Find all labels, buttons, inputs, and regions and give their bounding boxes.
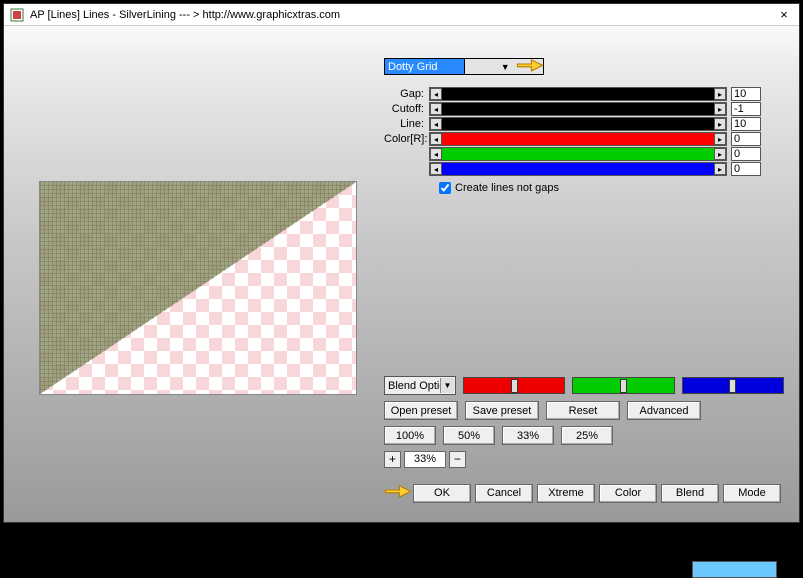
line-track[interactable] (442, 118, 714, 130)
titlebar: AP [Lines] Lines - SilverLining --- > ht… (4, 4, 799, 26)
create-lines-label: Create lines not gaps (455, 182, 559, 194)
blend-options-select[interactable]: Blend Optio ▼ (384, 376, 456, 395)
cancel-button[interactable]: Cancel (475, 484, 533, 503)
dialog-content: Dotty Grid ▼ Gap: ◂ ▸ (4, 26, 799, 522)
zoom-out-button[interactable]: − (449, 451, 466, 468)
blend-options-label: Blend Optio (388, 380, 445, 392)
color-g-slider[interactable]: ◂ ▸ (429, 147, 727, 161)
line-increment[interactable]: ▸ (714, 118, 726, 130)
slider-thumb[interactable] (729, 379, 736, 393)
g-track[interactable] (442, 148, 714, 160)
line-decrement[interactable]: ◂ (430, 118, 442, 130)
open-preset-button[interactable]: Open preset (384, 401, 458, 420)
line-slider[interactable]: ◂ ▸ (429, 117, 727, 131)
color-button[interactable]: Color (599, 484, 657, 503)
gap-decrement[interactable]: ◂ (430, 88, 442, 100)
zoom-25-button[interactable]: 25% (561, 426, 613, 445)
slider-group: Gap: ◂ ▸ Cutoff: ◂ ▸ (384, 87, 784, 194)
r-track[interactable] (442, 133, 714, 145)
gap-increment[interactable]: ▸ (714, 88, 726, 100)
preset-dropdown[interactable]: Dotty Grid ▼ (384, 58, 544, 75)
app-icon (10, 8, 24, 22)
g-decrement[interactable]: ◂ (430, 148, 442, 160)
blend-blue-slider[interactable] (682, 377, 784, 394)
color-b-value[interactable] (731, 162, 761, 176)
cutoff-track[interactable] (442, 103, 714, 115)
gap-track[interactable] (442, 88, 714, 100)
color-r-slider[interactable]: ◂ ▸ (429, 132, 727, 146)
xtreme-button[interactable]: Xtreme (537, 484, 595, 503)
line-value[interactable] (731, 117, 761, 131)
pointer-cursor-icon (384, 480, 412, 506)
color-r-value[interactable] (731, 132, 761, 146)
save-preset-button[interactable]: Save preset (465, 401, 539, 420)
bottom-panel: Blend Optio ▼ Open preset Save preset Re… (384, 370, 784, 506)
zoom-in-button[interactable]: + (384, 451, 401, 468)
cutoff-label: Cutoff: (384, 103, 424, 115)
chevron-down-icon: ▼ (464, 59, 544, 74)
zoom-100-button[interactable]: 100% (384, 426, 436, 445)
b-decrement[interactable]: ◂ (430, 163, 442, 175)
cutoff-slider[interactable]: ◂ ▸ (429, 102, 727, 116)
b-track[interactable] (442, 163, 714, 175)
zoom-value[interactable]: 33% (404, 451, 446, 468)
r-decrement[interactable]: ◂ (430, 133, 442, 145)
chevron-down-icon: ▼ (440, 378, 454, 393)
preset-dropdown-value: Dotty Grid (385, 61, 464, 73)
slider-thumb[interactable] (511, 379, 518, 393)
blend-button[interactable]: Blend (661, 484, 719, 503)
controls-panel: Dotty Grid ▼ Gap: ◂ ▸ (384, 54, 784, 194)
blend-red-slider[interactable] (463, 377, 565, 394)
color-g-value[interactable] (731, 147, 761, 161)
preview-panel (39, 181, 357, 395)
zoom-33-button[interactable]: 33% (502, 426, 554, 445)
gap-value[interactable] (731, 87, 761, 101)
g-increment[interactable]: ▸ (714, 148, 726, 160)
gap-label: Gap: (384, 88, 424, 100)
color-r-label: Color[R]: (384, 133, 424, 145)
reset-button[interactable]: Reset (546, 401, 620, 420)
r-increment[interactable]: ▸ (714, 133, 726, 145)
slider-thumb[interactable] (620, 379, 627, 393)
blend-green-slider[interactable] (572, 377, 674, 394)
cutoff-decrement[interactable]: ◂ (430, 103, 442, 115)
advanced-button[interactable]: Advanced (627, 401, 701, 420)
mode-button[interactable]: Mode (723, 484, 781, 503)
b-increment[interactable]: ▸ (714, 163, 726, 175)
preview-grid (40, 182, 356, 394)
zoom-50-button[interactable]: 50% (443, 426, 495, 445)
ok-button[interactable]: OK (413, 484, 471, 503)
gap-slider[interactable]: ◂ ▸ (429, 87, 727, 101)
color-b-slider[interactable]: ◂ ▸ (429, 162, 727, 176)
color-swatch[interactable] (692, 561, 777, 578)
cutoff-increment[interactable]: ▸ (714, 103, 726, 115)
close-button[interactable]: × (775, 7, 793, 23)
window-title: AP [Lines] Lines - SilverLining --- > ht… (30, 9, 775, 21)
cutoff-value[interactable] (731, 102, 761, 116)
line-label: Line: (384, 118, 424, 130)
create-lines-checkbox[interactable] (439, 182, 451, 194)
dialog-window: AP [Lines] Lines - SilverLining --- > ht… (3, 3, 800, 523)
